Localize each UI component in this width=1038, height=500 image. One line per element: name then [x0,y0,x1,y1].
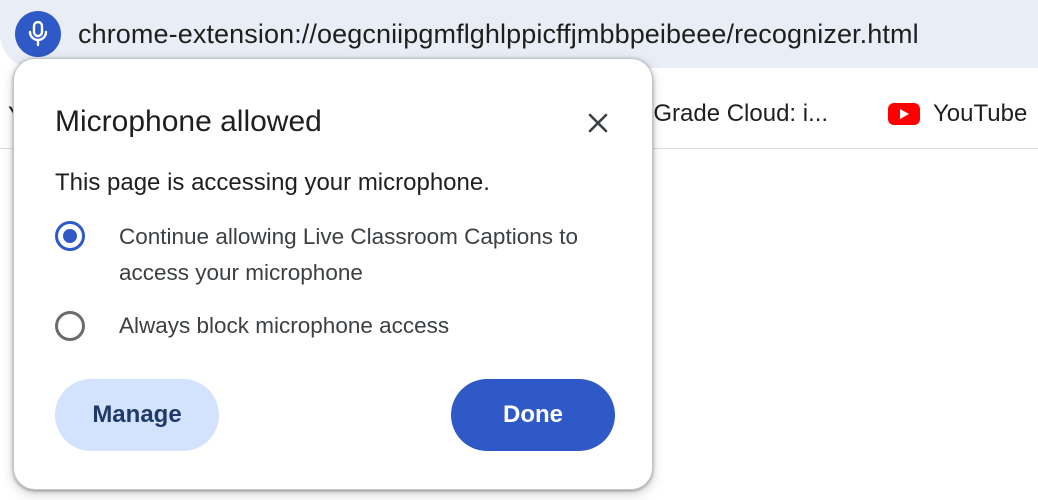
option-label: Always block microphone access [119,313,450,338]
microphone-icon-glyph [28,21,48,47]
manage-button[interactable]: Manage [55,379,219,451]
bookmark-item-youtube[interactable]: YouTube [888,98,1027,130]
browser-window: chrome-extension://oegcniipgmflghlppicff… [0,0,1038,500]
close-button[interactable] [578,103,618,143]
youtube-icon [888,103,920,125]
radio-button-selected[interactable] [55,221,85,251]
popup-title: Microphone allowed [55,105,322,138]
option-always-block[interactable]: Always block microphone access [55,309,619,343]
bookmark-label: YouTube [933,100,1028,127]
play-icon [900,109,909,119]
option-label: Continue allowing Live Classroom Caption… [119,224,578,285]
radio-button-unselected[interactable] [55,311,85,341]
bookmark-label: oGrade Cloud: i... [640,100,829,127]
microphone-icon[interactable] [15,11,61,57]
popup-description: This page is accessing your microphone. [55,169,490,196]
close-icon [588,113,608,133]
radio-dot [63,229,77,243]
done-button[interactable]: Done [451,379,615,451]
bookmark-item-grade-cloud[interactable]: oGrade Cloud: i... [640,98,828,130]
microphone-permission-popup: Microphone allowed This page is accessin… [13,58,653,490]
option-continue-allowing[interactable]: Continue allowing Live Classroom Caption… [55,219,619,291]
url-text[interactable]: chrome-extension://oegcniipgmflghlppicff… [78,16,919,52]
